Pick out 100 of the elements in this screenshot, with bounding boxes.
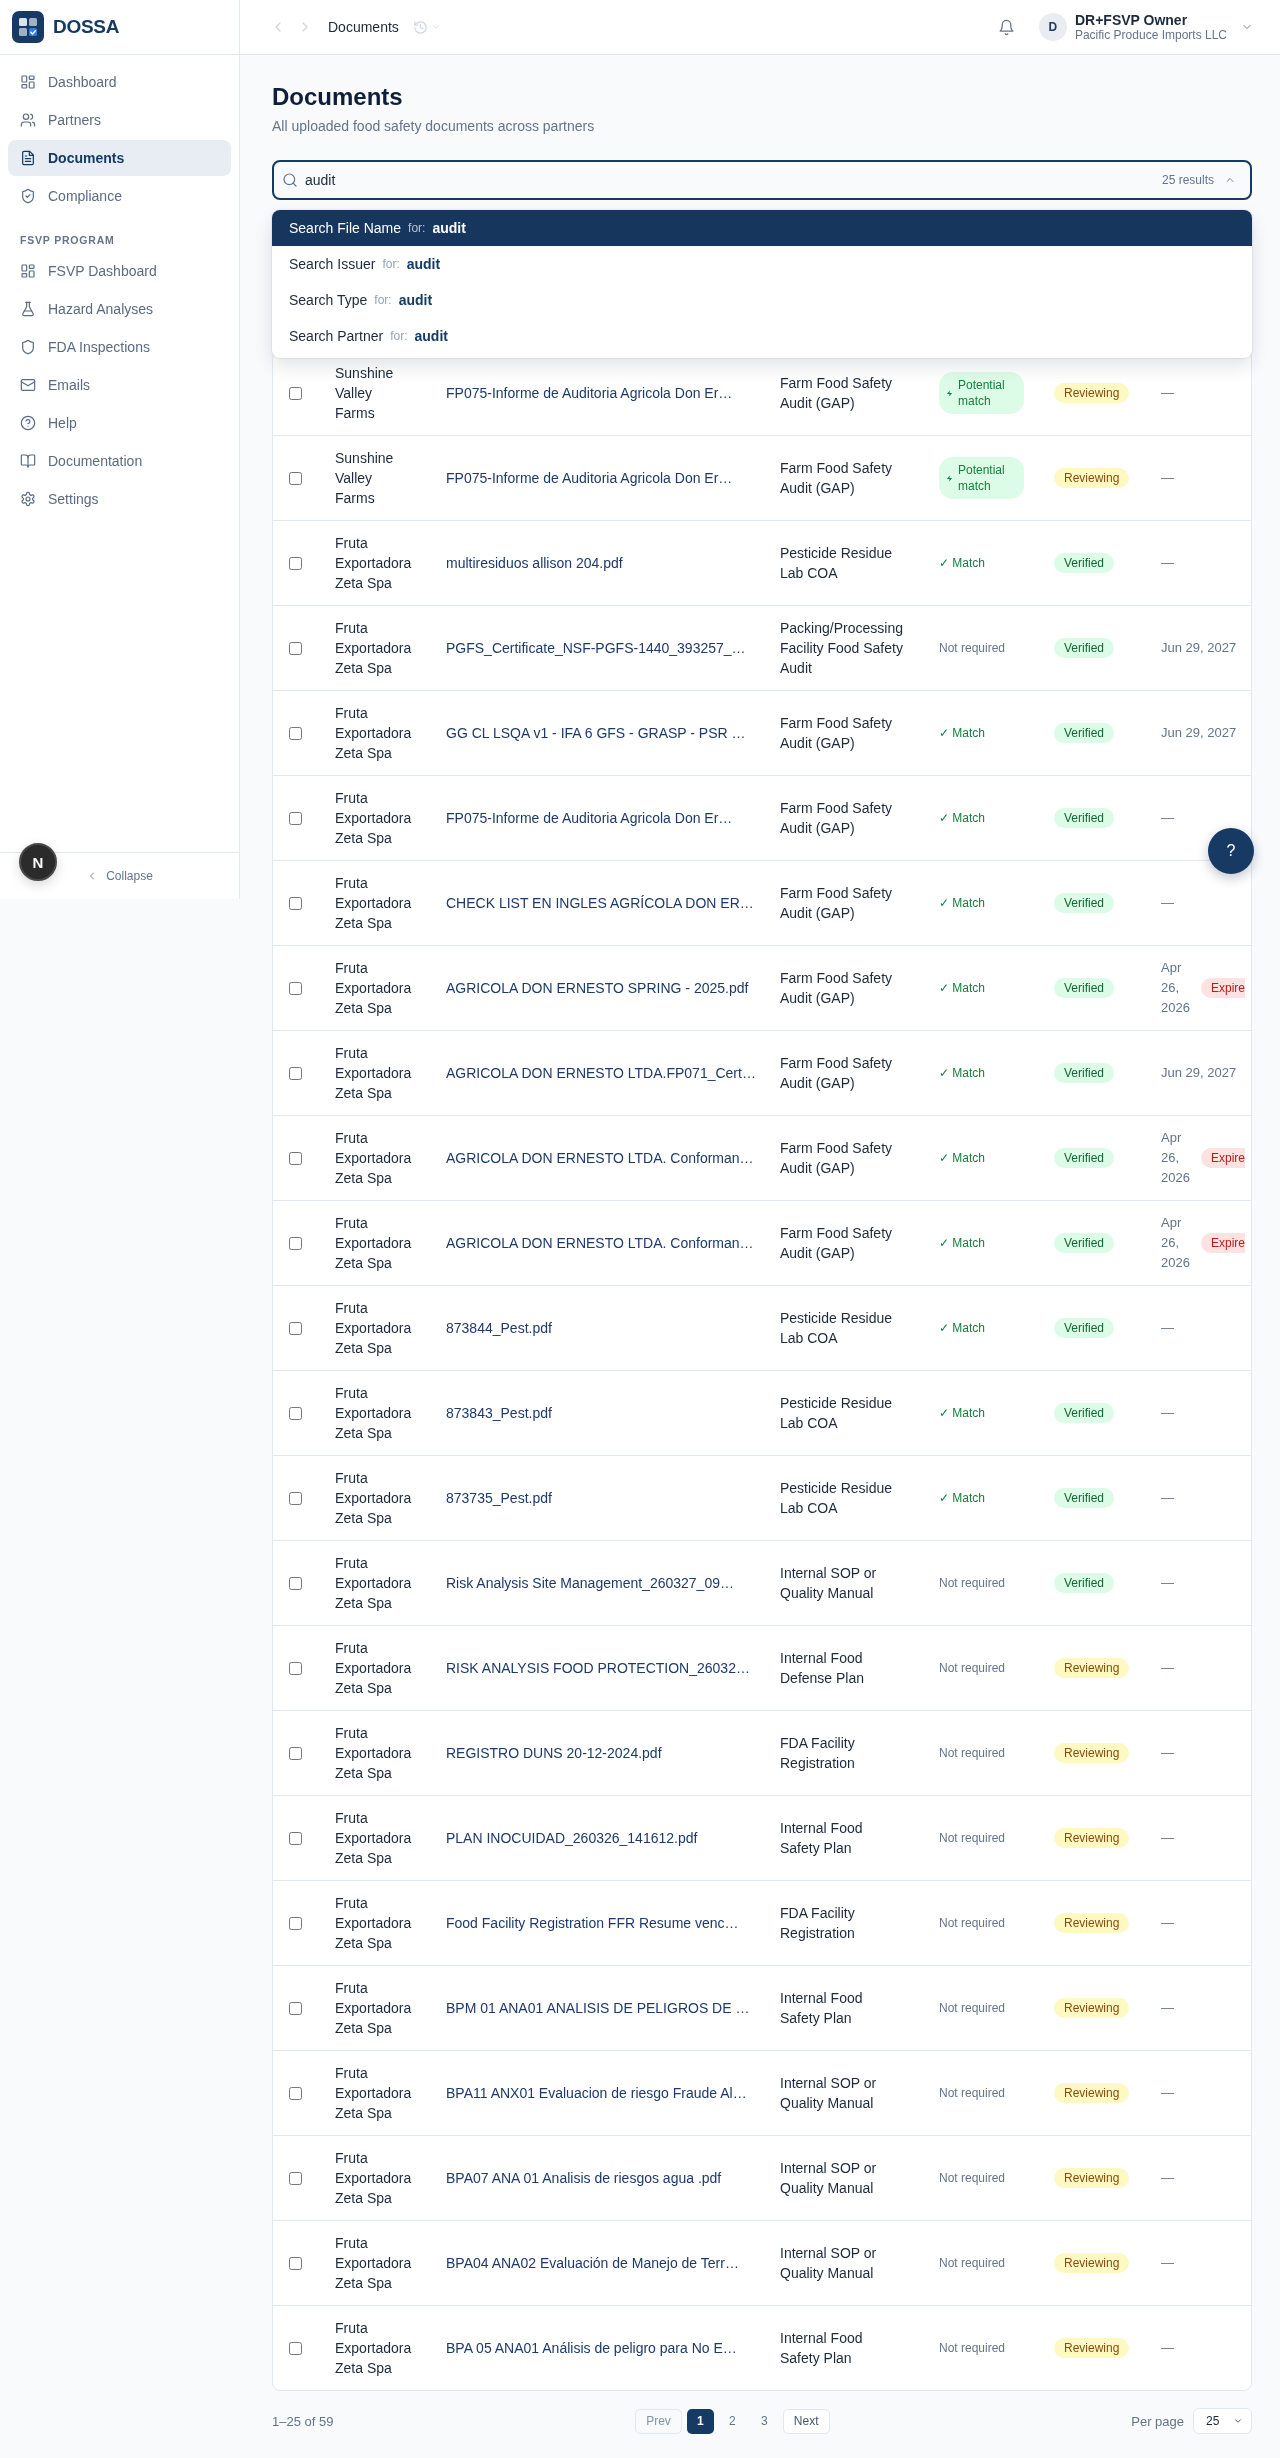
- search-field[interactable]: audit 25 results: [272, 160, 1252, 200]
- file-name-link[interactable]: FP075-Informe de Auditoria Agricola Don Er…: [446, 468, 733, 488]
- sidebar-item[interactable]: Settings: [8, 481, 231, 517]
- status-badge: Verified: [1054, 553, 1115, 573]
- match-label: Not required: [939, 2086, 1006, 2100]
- expiry-date: —: [1161, 2254, 1174, 2272]
- row-checkbox[interactable]: [289, 2171, 302, 2185]
- file-name-link[interactable]: AGRICOLA DON ERNESTO LTDA. Conforman…: [446, 1233, 754, 1253]
- search-suggestion[interactable]: Search Type for: audit: [272, 282, 1252, 318]
- per-page-select[interactable]: 25: [1193, 2408, 1252, 2434]
- row-checkbox[interactable]: [289, 981, 302, 995]
- file-name-link[interactable]: BPA04 ANA02 Evaluación de Manejo de Terr…: [446, 2253, 739, 2273]
- sidebar-item[interactable]: Compliance: [8, 178, 231, 214]
- document-type: Pesticide Residue Lab COA: [780, 1309, 894, 1348]
- row-checkbox[interactable]: [289, 1236, 302, 1250]
- user-avatar[interactable]: D: [1038, 13, 1067, 41]
- file-name-link[interactable]: FP075-Informe de Auditoria Agricola Don Er…: [446, 383, 733, 403]
- search-suggestion[interactable]: Search Issuer for: audit: [272, 246, 1252, 282]
- row-checkbox[interactable]: [289, 471, 302, 485]
- file-name-link[interactable]: multiresiduos allison 204.pdf: [446, 553, 623, 573]
- match-label: Not required: [939, 1916, 1006, 1930]
- row-checkbox[interactable]: [289, 2001, 302, 2015]
- search-suggestion[interactable]: Search Partner for: audit: [272, 318, 1252, 354]
- sidebar-item[interactable]: Hazard Analyses: [8, 291, 231, 327]
- expiry-date: —: [1161, 1999, 1174, 2017]
- sidebar-item[interactable]: Dashboard: [8, 64, 231, 100]
- file-name-link[interactable]: AGRICOLA DON ERNESTO SPRING - 2025.pdf: [446, 978, 749, 998]
- row-checkbox[interactable]: [289, 1406, 302, 1420]
- document-type: Farm Food Safety Audit (GAP): [780, 799, 894, 838]
- sidebar-item[interactable]: Partners: [8, 102, 231, 138]
- sidebar-item[interactable]: Help: [8, 405, 231, 441]
- row-checkbox[interactable]: [289, 726, 302, 740]
- row-checkbox[interactable]: [289, 1491, 302, 1505]
- row-checkbox[interactable]: [289, 1321, 302, 1335]
- status-badge: Verified: [1054, 1403, 1115, 1423]
- file-name-link[interactable]: REGISTRO DUNS 20-12-2024.pdf: [446, 1743, 662, 1763]
- document-type: Internal Food Safety Plan: [780, 2329, 864, 2368]
- brand-name: DOSSA: [53, 16, 120, 38]
- document-type: Internal SOP or Quality Manual: [780, 2159, 878, 2198]
- collapse-button[interactable]: Collapse: [82, 867, 157, 885]
- search-input[interactable]: audit: [305, 172, 1152, 188]
- file-name-link[interactable]: RISK ANALYSIS FOOD PROTECTION_26032…: [446, 1658, 750, 1678]
- row-checkbox[interactable]: [289, 1661, 302, 1675]
- document-type: Farm Food Safety Audit (GAP): [780, 1139, 894, 1178]
- row-checkbox[interactable]: [289, 641, 302, 655]
- document-type: Farm Food Safety Audit (GAP): [780, 884, 894, 923]
- bell-icon[interactable]: [997, 18, 1015, 36]
- file-name-link[interactable]: BPM 01 ANA01 ANALISIS DE PELIGROS DE …: [446, 1998, 750, 2018]
- page-button[interactable]: 2: [718, 2408, 746, 2434]
- row-checkbox[interactable]: [289, 1066, 302, 1080]
- file-name-link[interactable]: 873735_Pest.pdf: [446, 1488, 552, 1508]
- help-icon: [20, 415, 36, 431]
- search-suggestion[interactable]: Search File Name for: audit: [272, 210, 1252, 246]
- file-name-link[interactable]: PGFS_Certificate_NSF-PGFS-1440_393257_…: [446, 638, 746, 658]
- file-name-link[interactable]: CHECK LIST EN INGLES AGRÍCOLA DON ER…: [446, 893, 754, 913]
- partner-name: Fruta Exportadora Zeta Spa: [335, 1299, 413, 1358]
- sidebar-item[interactable]: Emails: [8, 367, 231, 403]
- sidebar-item[interactable]: FDA Inspections: [8, 329, 231, 365]
- row-checkbox[interactable]: [289, 811, 302, 825]
- file-name-link[interactable]: 873844_Pest.pdf: [446, 1318, 552, 1338]
- expiry-date: Apr 26, 2026: [1161, 959, 1191, 1017]
- next-button[interactable]: Next: [782, 2408, 830, 2434]
- match-label: Not required: [939, 2341, 1006, 2355]
- file-name-link[interactable]: 873843_Pest.pdf: [446, 1403, 552, 1423]
- row-checkbox[interactable]: [289, 896, 302, 910]
- sidebar-item[interactable]: Documentation: [8, 443, 231, 479]
- partner-name: Fruta Exportadora Zeta Spa: [335, 2319, 413, 2378]
- file-name-link[interactable]: AGRICOLA DON ERNESTO LTDA.FP071_Cert…: [446, 1063, 756, 1083]
- file-name-link[interactable]: AGRICOLA DON ERNESTO LTDA. Conforman…: [446, 1148, 754, 1168]
- partner-name: Fruta Exportadora Zeta Spa: [335, 959, 413, 1018]
- page-button[interactable]: 1: [686, 2408, 714, 2434]
- file-name-link[interactable]: BPA07 ANA 01 Analisis de riesgos agua .pdf: [446, 2168, 722, 2188]
- expiry-date: Jun 29, 2027: [1161, 1064, 1237, 1082]
- row-checkbox[interactable]: [289, 1151, 302, 1165]
- match-label: ✓ Match: [939, 896, 985, 910]
- dashboard-grid-icon: [20, 74, 36, 90]
- sidebar-item[interactable]: FSVP Dashboard: [8, 253, 231, 289]
- file-name-link[interactable]: Risk Analysis Site Management_260327_09…: [446, 1573, 734, 1593]
- row-checkbox[interactable]: [289, 556, 302, 570]
- status-badge: Verified: [1054, 1148, 1115, 1168]
- row-checkbox[interactable]: [289, 1576, 302, 1590]
- file-name-link[interactable]: PLAN INOCUIDAD_260326_141612.pdf: [446, 1828, 698, 1848]
- page-button[interactable]: 3: [750, 2408, 778, 2434]
- mail-icon: [20, 377, 36, 393]
- row-checkbox[interactable]: [289, 1916, 302, 1930]
- file-name-link[interactable]: Food Facility Registration FFR Resume venc…: [446, 1913, 739, 1933]
- file-name-link[interactable]: BPA 05 ANA01 Análisis de peligro para No E…: [446, 2338, 737, 2358]
- file-name-link[interactable]: GG CL LSQA v1 - IFA 6 GFS - GRASP - PSR …: [446, 723, 746, 743]
- sidebar-item[interactable]: Documents: [8, 140, 231, 176]
- row-checkbox[interactable]: [289, 2086, 302, 2100]
- file-name-link[interactable]: BPA11 ANX01 Evaluacion de riesgo Fraude Al…: [446, 2083, 747, 2103]
- file-name-link[interactable]: FP075-Informe de Auditoria Agricola Don Er…: [446, 808, 733, 828]
- row-checkbox[interactable]: [289, 1831, 302, 1845]
- row-checkbox[interactable]: [289, 2341, 302, 2355]
- row-checkbox[interactable]: [289, 386, 302, 400]
- match-label: Not required: [939, 1661, 1006, 1675]
- shield-icon: [20, 339, 36, 355]
- partner-name: Fruta Exportadora Zeta Spa: [335, 1214, 413, 1273]
- row-checkbox[interactable]: [289, 2256, 302, 2270]
- row-checkbox[interactable]: [289, 1746, 302, 1760]
